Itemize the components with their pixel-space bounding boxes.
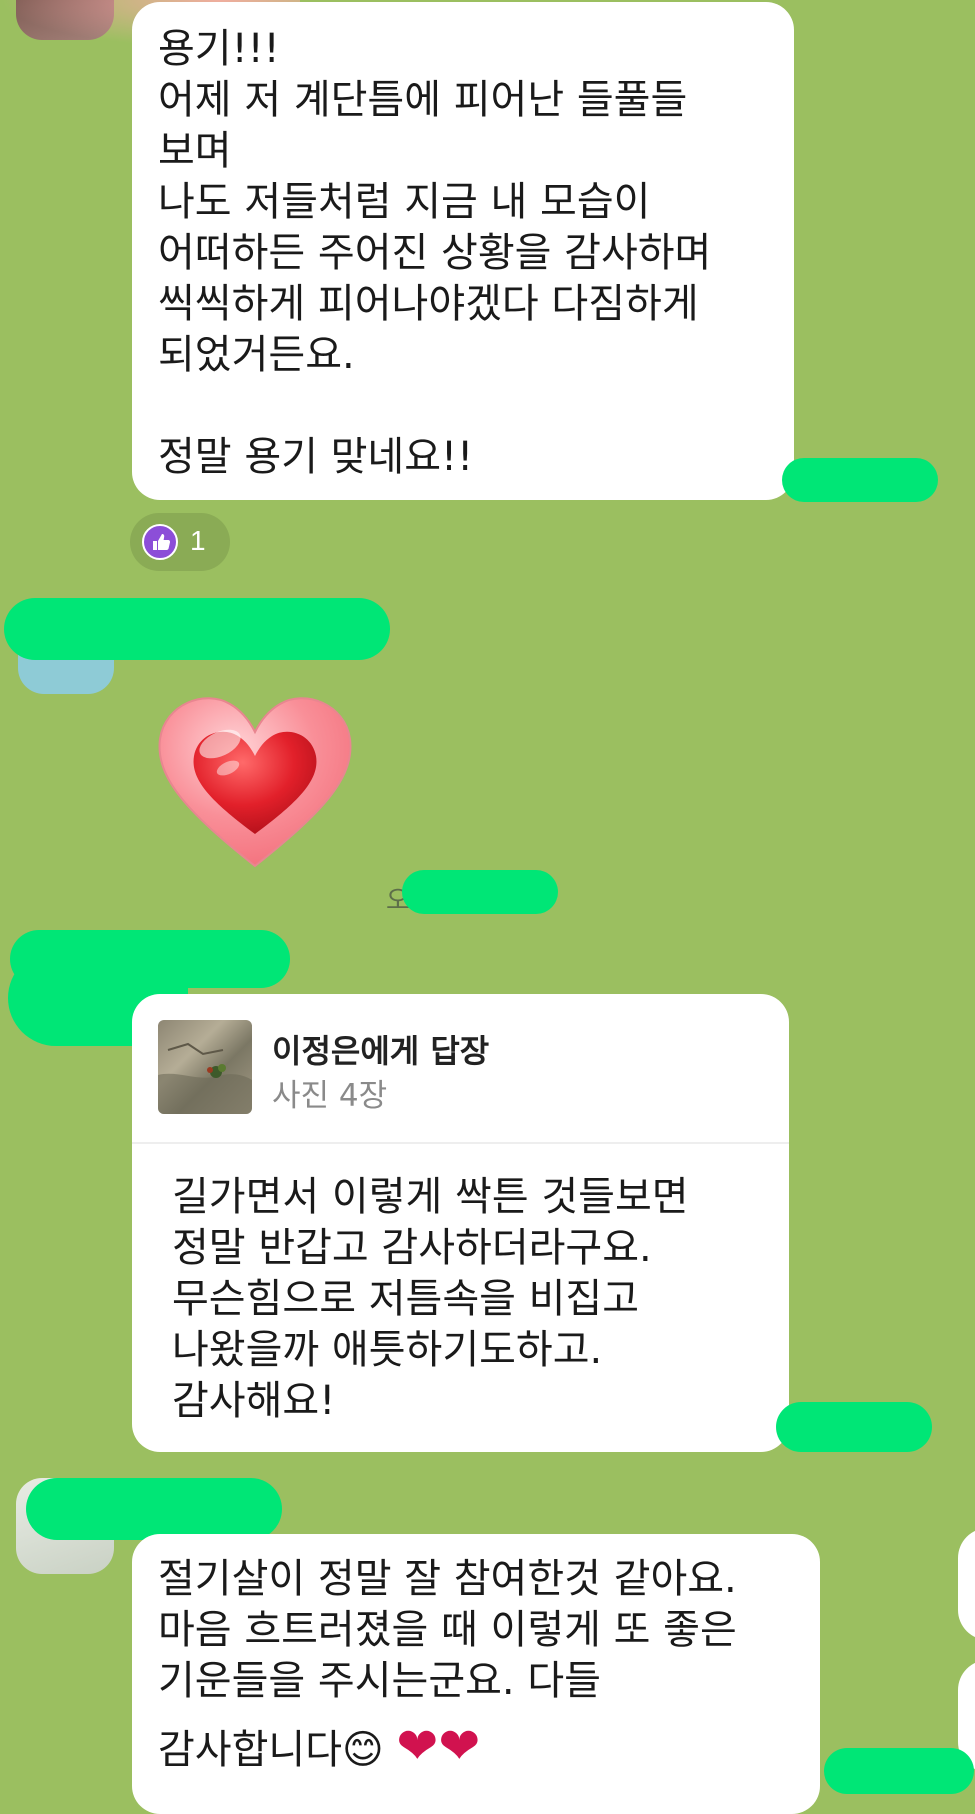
message-text: 감사합니다😊	[158, 1727, 397, 1773]
reply-preview[interactable]: 이정은에게 답장 사진 4장	[132, 994, 789, 1144]
reply-photo-thumbnail	[158, 1020, 252, 1114]
reply-message-bubble[interactable]: 이정은에게 답장 사진 4장 길가면서 이렇게 싹튼 것들보면 정말 반갑고 감…	[132, 994, 789, 1452]
message-line: 정말 반갑고 감사하더라구요.	[172, 1225, 652, 1271]
message-line: 감사합니다😊 ❤❤	[158, 1721, 794, 1776]
redacted-timestamp	[824, 1748, 974, 1794]
message-line: 용기!!!	[158, 26, 280, 72]
thumbs-up-icon	[142, 524, 178, 560]
message-line: 절기살이 정말 잘 참여한것 같아요.	[158, 1556, 737, 1602]
message-line: 어떠하든 주어진 상황을 감사하며	[158, 230, 712, 276]
reaction-chip[interactable]: 1	[130, 513, 230, 571]
heart-sticker[interactable]	[150, 684, 360, 884]
redacted-sender-name	[4, 598, 390, 660]
message-line: 기운들을 주시는군요. 다들	[158, 1658, 601, 1704]
redacted-timestamp	[776, 1402, 932, 1452]
message-bubble[interactable]: 용기!!! 어제 저 계단틈에 피어난 들풀들 보며 나도 저들처럼 지금 내 …	[132, 2, 794, 500]
message-line: 마음 흐트러졌을 때 이렇게 또 좋은	[158, 1607, 737, 1653]
message-line: 감사해요!	[172, 1378, 336, 1424]
message-line: 씩씩하게 피어나야겠다 다짐하게	[158, 281, 699, 327]
redacted-timestamp	[402, 870, 558, 914]
message-line: 어제 저 계단틈에 피어난 들풀들	[158, 77, 688, 123]
message-body: 길가면서 이렇게 싹튼 것들보면 정말 반갑고 감사하더라구요. 무슨힘으로 저…	[172, 1172, 689, 1427]
reaction-count: 1	[190, 525, 206, 556]
redacted-sender-name	[26, 1478, 282, 1540]
message-line: 무슨힘으로 저틈속을 비집고	[172, 1276, 640, 1322]
partial-bubble-edge	[958, 1528, 975, 1640]
message-line: 되었거든요.	[158, 332, 355, 378]
reply-title: 이정은에게 답장	[272, 1032, 490, 1070]
heart-emoji: ❤❤	[396, 1717, 481, 1775]
message-line: 보며	[158, 128, 232, 174]
message-line: 정말 용기 맞네요!!	[158, 434, 474, 480]
message-line: 나왔을까 애틋하기도하고.	[172, 1327, 603, 1373]
redacted-timestamp	[782, 458, 938, 502]
message-line: 나도 저들처럼 지금 내 모습이	[158, 179, 651, 225]
reply-subtitle: 사진 4장	[272, 1078, 388, 1114]
message-line: 길가면서 이렇게 싹튼 것들보면	[172, 1174, 689, 1220]
message-bubble[interactable]: 절기살이 정말 잘 참여한것 같아요. 마음 흐트러졌을 때 이렇게 또 좋은 …	[132, 1534, 820, 1814]
